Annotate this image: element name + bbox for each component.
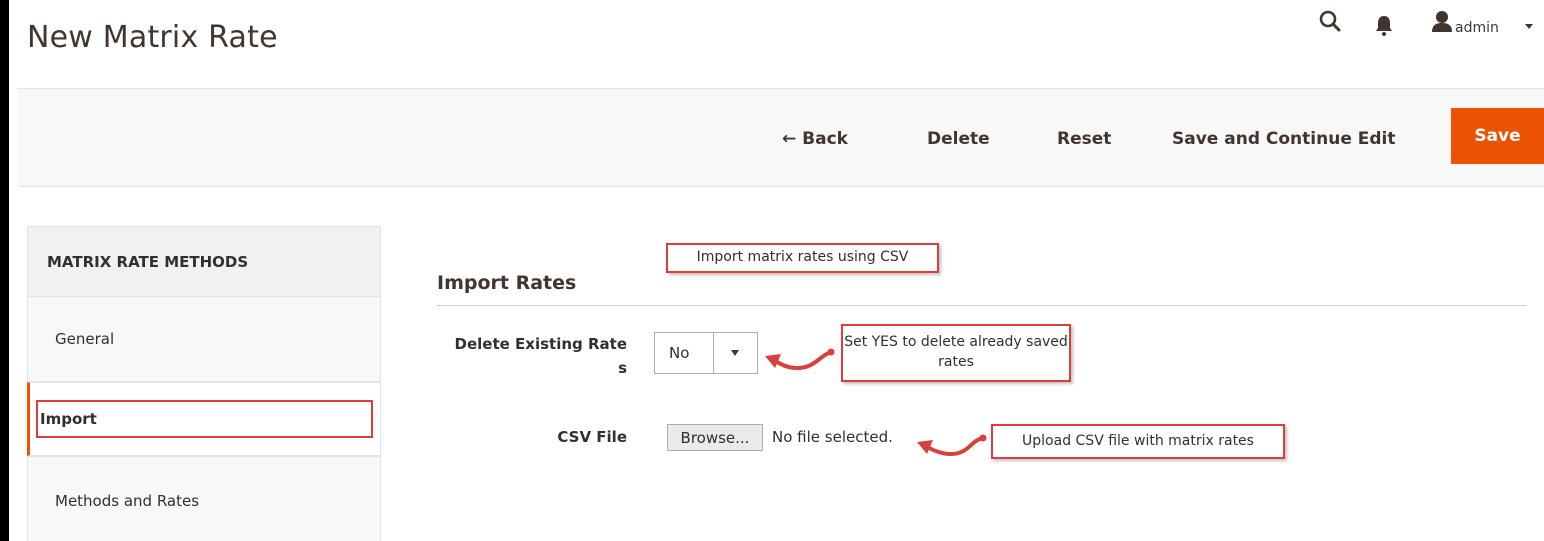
delete-existing-rates-select[interactable]: No [654, 332, 758, 374]
action-bar: ← Back Delete Reset Save and Continue Ed… [18, 88, 1544, 187]
delete-existing-rates-label: Delete Existing Rate s [454, 335, 627, 377]
save-button[interactable]: Save [1451, 108, 1544, 164]
sidebar-item-methods-and-rates[interactable]: Methods and Rates [27, 456, 381, 541]
chevron-down-icon[interactable] [1525, 24, 1533, 29]
search-icon[interactable] [1315, 6, 1345, 36]
section-divider [437, 305, 1526, 306]
user-icon[interactable] [1427, 6, 1457, 36]
save-and-continue-button[interactable]: Save and Continue Edit [1172, 129, 1396, 149]
back-button[interactable]: ← Back [782, 129, 848, 149]
sidebar: MATRIX RATE METHODS General Import Metho… [27, 226, 381, 541]
annotation-callout: Upload CSV file with matrix rates [991, 424, 1285, 459]
sidebar-title: MATRIX RATE METHODS [27, 226, 381, 296]
annotation-callout: Import matrix rates using CSV [666, 243, 939, 273]
page-title: New Matrix Rate [27, 20, 278, 55]
annotation-callout: Set YES to delete already saved rates [841, 324, 1071, 382]
page: New Matrix Rate admin ← Back Delete Rese… [9, 0, 1544, 541]
select-value: No [669, 344, 690, 362]
sidebar-item-general[interactable]: General [27, 296, 381, 382]
annotation-arrow-icon [917, 434, 987, 457]
reset-button[interactable]: Reset [1057, 129, 1111, 149]
annotation-highlight-box [36, 400, 373, 438]
csv-file-label: CSV File [557, 428, 627, 446]
section-title: Import Rates [437, 272, 577, 294]
select-divider [713, 333, 714, 373]
bell-icon[interactable] [1369, 10, 1399, 40]
browse-button[interactable]: Browse... [667, 424, 763, 451]
chevron-down-icon [731, 350, 739, 356]
user-name[interactable]: admin [1455, 20, 1499, 36]
file-status: No file selected. [772, 428, 893, 446]
annotation-arrow-icon [765, 348, 835, 371]
sidebar-item-import[interactable]: Import [27, 382, 381, 456]
delete-button[interactable]: Delete [927, 129, 990, 149]
